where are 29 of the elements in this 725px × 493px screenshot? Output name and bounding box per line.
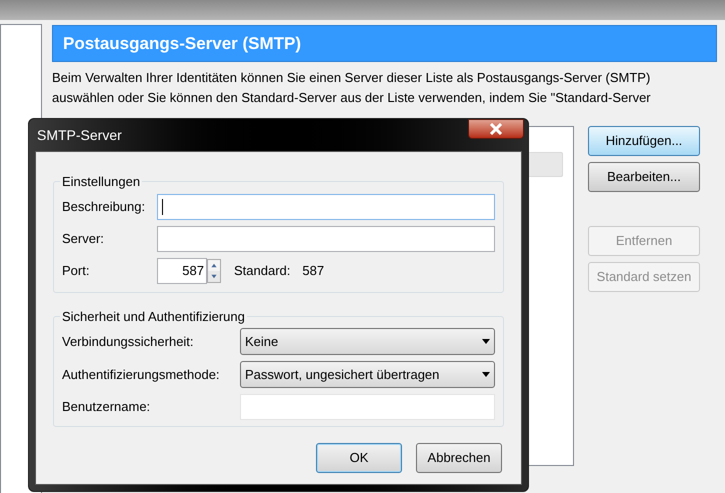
text-cursor-icon [162, 198, 163, 214]
field-label: Authentifizierungsmethode: [62, 366, 221, 384]
close-icon [489, 123, 503, 135]
panel-header: Postausgangs-Server (SMTP) [52, 25, 717, 62]
field-label: Server: [62, 230, 105, 248]
username-field[interactable] [240, 394, 495, 420]
dialog-title: SMTP-Server [37, 126, 122, 144]
dialog-button[interactable]: Abbrechen [416, 443, 502, 473]
description-field[interactable] [157, 194, 495, 220]
close-button[interactable] [468, 119, 524, 139]
panel-description: Beim Verwalten Ihrer Identitäten können Sie einen Server dieser Liste als Postausgangs-Server (SMTP) auswählen oder Sie können den Standard-Server aus der Liste verwenden, indem Sie "Standard-Server [52, 69, 652, 107]
dropdown[interactable]: Keine [240, 328, 495, 355]
default-port-value: 587 [302, 262, 324, 280]
group-legend: Einstellungen [60, 172, 142, 192]
group-legend: Sicherheit und Authentifizierung [60, 306, 247, 326]
field-label: Benutzername: [62, 398, 152, 416]
dropdown-arrow-icon [482, 372, 490, 377]
dialog-button[interactable]: OK [316, 443, 402, 473]
field-label: Beschreibung: [62, 198, 146, 216]
dropdown[interactable]: Passwort, ungesichert übertragen [240, 361, 495, 388]
spin-buttons[interactable] [207, 258, 221, 282]
port-field[interactable]: 587 [157, 258, 207, 284]
field-label: Verbindungssicherheit: [62, 332, 195, 351]
side-button[interactable]: Hinzufügen... [588, 126, 700, 156]
default-port-label: Standard: [234, 262, 290, 280]
dropdown-arrow-icon [482, 339, 490, 344]
server-field[interactable] [157, 226, 495, 252]
field-label: Port: [62, 262, 90, 280]
side-button[interactable]: Bearbeiten... [588, 162, 700, 192]
